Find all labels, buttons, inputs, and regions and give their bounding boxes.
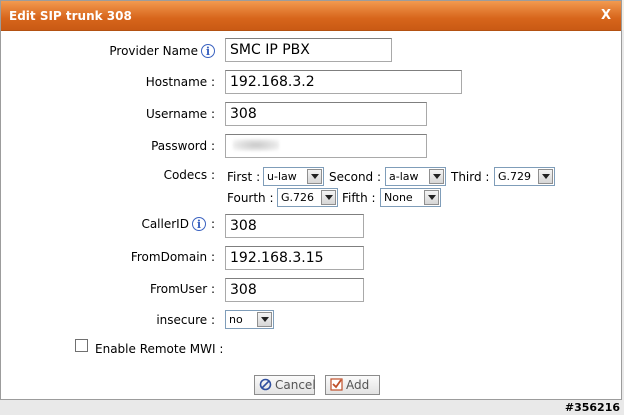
codec-fifth-select[interactable]: None	[380, 188, 441, 207]
callerid-label-text: CallerID	[141, 217, 189, 231]
callerid-colon: :	[210, 217, 215, 231]
codec-first-value: u-law	[267, 170, 297, 183]
codec-second-label: Second :	[329, 170, 382, 184]
chevron-down-icon	[538, 169, 553, 184]
fromdomain-input[interactable]: 192.168.3.15	[225, 246, 364, 270]
provider-name-label-text: Provider Name	[109, 44, 198, 58]
codec-fifth-label: Fifth :	[342, 191, 376, 205]
fromdomain-label: FromDomain :	[130, 250, 215, 264]
close-icon[interactable]: X	[601, 8, 611, 23]
fromuser-input[interactable]: 308	[225, 278, 364, 302]
chevron-down-icon	[321, 190, 336, 205]
provider-name-label: Provider Name i	[109, 44, 215, 58]
redacted-password	[233, 139, 279, 151]
checkmark-icon	[330, 378, 343, 391]
provider-name-input[interactable]: SMC IP PBX	[225, 38, 392, 62]
cancel-icon	[259, 378, 272, 391]
codec-third-value: G.729	[498, 170, 532, 183]
info-icon[interactable]: i	[201, 44, 215, 58]
info-icon[interactable]: i	[191, 217, 206, 231]
add-button-label: Add	[346, 378, 370, 392]
watermark: #356216	[564, 401, 620, 414]
hostname-input[interactable]: 192.168.3.2	[225, 70, 462, 94]
codec-first-select[interactable]: u-law	[263, 167, 324, 186]
codec-fifth-value: None	[384, 191, 413, 204]
codec-fourth-select[interactable]: G.726	[277, 188, 338, 207]
fromuser-label: FromUser :	[150, 282, 215, 296]
codec-fourth-value: G.726	[281, 191, 315, 204]
insecure-label: insecure :	[156, 313, 215, 327]
codecs-label: Codecs :	[163, 168, 215, 182]
dialog-title-bar[interactable]: Edit SIP trunk 308 X	[1, 1, 621, 31]
codec-third-label: Third :	[451, 170, 490, 184]
hostname-label: Hostname :	[145, 75, 215, 89]
edit-sip-trunk-dialog: Edit SIP trunk 308 X Provider Name i SMC …	[0, 0, 622, 400]
dialog-title: Edit SIP trunk 308	[9, 9, 132, 23]
password-label: Password :	[151, 139, 215, 153]
callerid-label: CallerID i:	[141, 217, 215, 231]
chevron-down-icon	[257, 312, 272, 327]
chevron-down-icon	[307, 169, 322, 184]
remote-mwi-checkbox[interactable]	[75, 339, 88, 352]
codec-second-select[interactable]: a-law	[385, 167, 446, 186]
add-button[interactable]: Add	[325, 375, 380, 395]
cancel-button[interactable]: Cancel	[254, 375, 316, 395]
chevron-down-icon	[424, 190, 439, 205]
insecure-select[interactable]: no	[225, 310, 274, 329]
insecure-value: no	[229, 313, 243, 326]
callerid-input[interactable]: 308	[225, 214, 364, 238]
codec-second-value: a-law	[389, 170, 419, 183]
username-input[interactable]: 308	[225, 102, 427, 126]
cancel-button-label: Cancel	[275, 378, 316, 392]
chevron-down-icon	[429, 169, 444, 184]
remote-mwi-label: Enable Remote MWI :	[95, 342, 224, 356]
codec-fourth-label: Fourth :	[227, 191, 274, 205]
username-label: Username :	[145, 107, 215, 121]
codec-first-label: First :	[227, 170, 261, 184]
codec-third-select[interactable]: G.729	[494, 167, 555, 186]
